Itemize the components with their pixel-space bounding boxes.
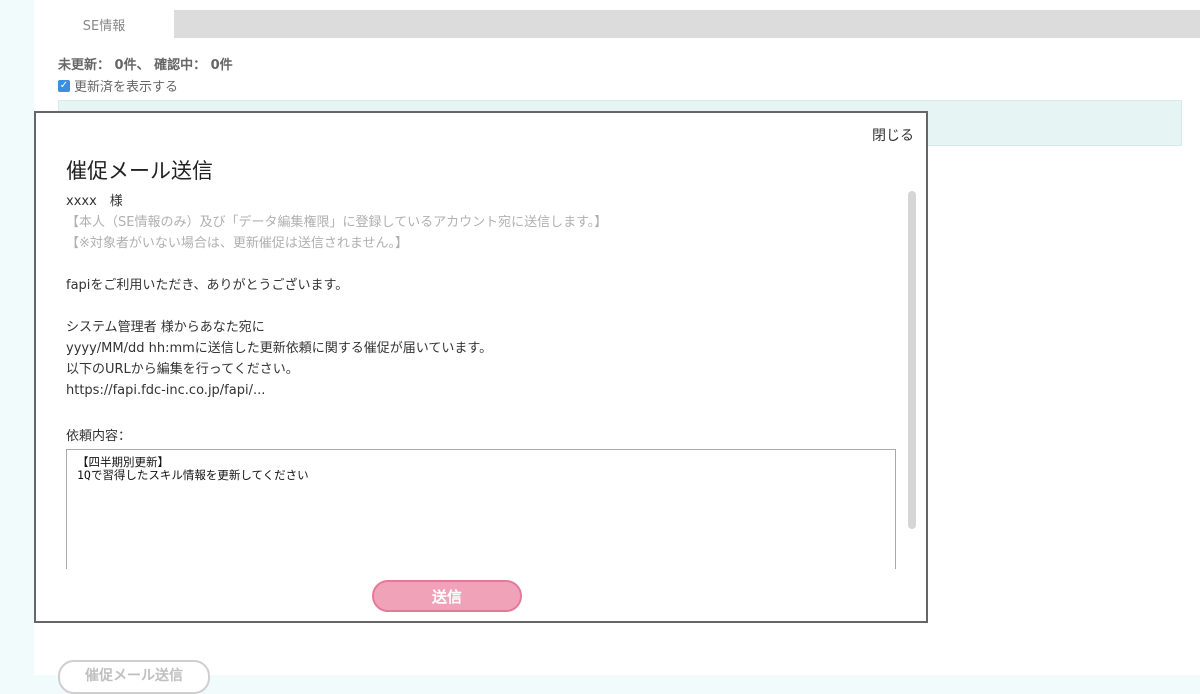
mail-preview: xxxx 様 【本人（SE情報のみ）及び「データ編集権限」に登録しているアカウン… [66,191,900,569]
reminder-mail-modal: 閉じる 催促メール送信 xxxx 様 【本人（SE情報のみ）及び「データ編集権限… [34,111,928,623]
greeting-line: fapiをご利用いただき、ありがとうございます。 [66,278,349,293]
edit-url: https://fapi.fdc-inc.co.jp/fapi/... [66,383,266,398]
sent-date-line: yyyy/MM/dd hh:mmに送信した更新依頼に関する催促が届いています。 [66,341,493,356]
no-target-note: 【※対象者がいない場合は、更新催促は送信されません。】 [66,236,409,251]
tab-bar: SE情報 [34,10,1200,38]
tab-se-info[interactable]: SE情報 [34,10,174,38]
request-content-label: 依頼内容： [66,429,132,444]
recipient-note: 【本人（SE情報のみ）及び「データ編集権限」に登録しているアカウント宛に送信しま… [66,215,608,230]
request-line: 1Qで習得したスキル情報を更新してください [77,468,309,482]
checkbox-checked-icon[interactable]: ✓ [58,79,70,92]
status-summary: 未更新： 0件、 確認中： 0件 [58,58,233,73]
close-button[interactable]: 閉じる [872,125,914,145]
recipient-line: xxxx 様 [66,194,123,209]
instruction-line: 以下のURLから編集を行ってください。 [66,362,299,377]
modal-scrollbar[interactable] [908,191,916,529]
show-updated-toggle[interactable]: ✓ 更新済を表示する [58,76,178,95]
show-updated-label: 更新済を表示する [74,80,179,95]
sender-line: システム管理者 様からあなた宛に [66,320,265,335]
send-reminder-button[interactable]: 催促メール送信 [58,660,210,694]
modal-title: 催促メール送信 [66,159,213,183]
send-button[interactable]: 送信 [372,580,522,612]
request-content-textarea[interactable]: 【四半期別更新】 1Qで習得したスキル情報を更新してください [66,449,896,569]
